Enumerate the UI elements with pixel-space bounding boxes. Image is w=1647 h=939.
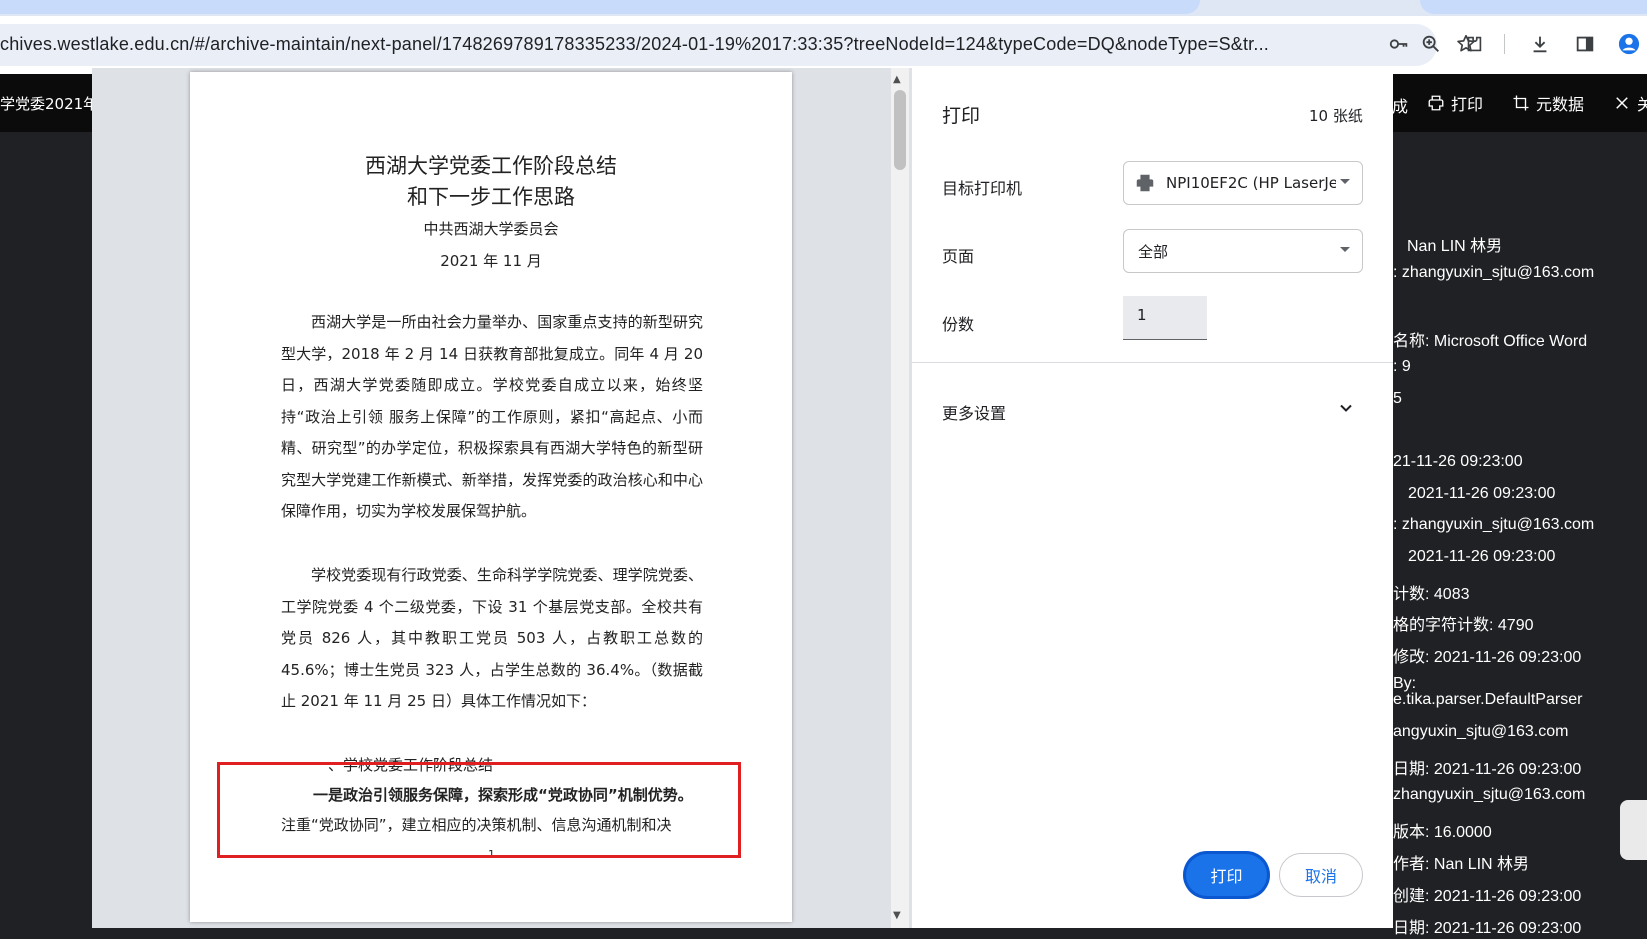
printer-icon xyxy=(1428,95,1444,111)
settings-divider xyxy=(912,362,1393,363)
chevron-down-icon xyxy=(1340,247,1350,252)
url-text[interactable]: chives.westlake.edu.cn/#/archive-maintai… xyxy=(0,34,1310,55)
metadata-row: 计数: 4083 xyxy=(1393,586,1470,603)
active-tab[interactable] xyxy=(0,0,1200,14)
close-icon xyxy=(1616,97,1628,109)
print-header-label: 打印 xyxy=(1451,95,1484,114)
pages-label: 页面 xyxy=(942,247,975,266)
zoom-icon[interactable] xyxy=(1418,31,1444,57)
metadata-row: 2021-11-26 09:23:00 xyxy=(1408,548,1556,565)
profile-icon[interactable] xyxy=(1616,31,1642,57)
printer-icon xyxy=(1136,174,1154,192)
pages-value: 全部 xyxy=(1138,242,1169,261)
metadata-row: : zhangyuxin_sjtu@163.com xyxy=(1393,264,1595,281)
scroll-down-icon[interactable]: ▼ xyxy=(893,910,901,921)
metadata-row: 5 xyxy=(1393,390,1402,407)
destination-select[interactable]: NPI10EF2C (HP LaserJet xyxy=(1123,161,1363,205)
document-date: 2021 年 11 月 xyxy=(440,252,542,270)
chevron-down-icon[interactable] xyxy=(1336,398,1356,418)
print-dialog-title: 打印 xyxy=(942,105,981,127)
more-settings-toggle[interactable]: 更多设置 xyxy=(942,400,1006,424)
metadata-row: angyuxin_sjtu@163.com xyxy=(1393,723,1569,740)
metadata-button[interactable]: 元数据 xyxy=(1512,91,1584,115)
metadata-row: 格的字符计数: 4790 xyxy=(1393,617,1534,634)
scrollbar-thumb[interactable] xyxy=(894,90,906,170)
print-button[interactable]: 打印 xyxy=(1183,851,1270,899)
download-icon[interactable] xyxy=(1527,31,1553,57)
crop-icon xyxy=(1513,95,1529,111)
metadata-row: 2021-11-26 09:23:00 xyxy=(1408,485,1556,502)
metadata-row: 版本: 16.0000 xyxy=(1393,824,1492,841)
metadata-row: Nan LIN 林男 xyxy=(1407,238,1503,255)
metadata-row: 名称: Microsoft Office Word xyxy=(1393,333,1588,350)
copies-label: 份数 xyxy=(942,315,975,334)
sidebar-icon[interactable] xyxy=(1572,31,1598,57)
document-paragraph: 西湖大学是一所由社会力量举办、国家重点支持的新型研究型大学，2018 年 2 月… xyxy=(281,313,703,520)
destination-label: 目标打印机 xyxy=(942,179,1023,198)
header-button-label[interactable]: 成 xyxy=(1392,93,1408,117)
annotation-highlight-box xyxy=(217,762,741,858)
document-heading-line2: 和下一步工作思路 xyxy=(407,185,575,209)
metadata-row: : zhangyuxin_sjtu@163.com xyxy=(1393,516,1595,533)
chevron-down-icon xyxy=(1340,179,1350,184)
print-header-button[interactable]: 打印 xyxy=(1427,91,1483,115)
document-heading-line1: 西湖大学党委工作阶段总结 xyxy=(365,154,617,178)
document-paragraph: 学校党委现有行政党委、生命科学学院党委、理学院党委、工学院党委 4 个二级党委，… xyxy=(281,566,703,710)
preview-scrollbar[interactable] xyxy=(891,68,909,928)
copies-input[interactable]: 1 xyxy=(1123,296,1207,340)
metadata-row: 21-11-26 09:23:00 xyxy=(1393,453,1523,470)
close-button[interactable]: 关 xyxy=(1613,91,1647,115)
destination-value: NPI10EF2C (HP LaserJet xyxy=(1166,174,1336,192)
metadata-row: e.tika.parser.DefaultParser xyxy=(1393,691,1583,708)
metadata-label: 元数据 xyxy=(1536,95,1585,114)
metadata-row: 创建: 2021-11-26 09:23:00 xyxy=(1393,888,1582,905)
metadata-row: 日期: 2021-11-26 09:23:00 xyxy=(1393,920,1582,937)
toolbar-separator xyxy=(1504,34,1505,54)
pages-select[interactable]: 全部 xyxy=(1123,229,1363,273)
extensions-icon[interactable] xyxy=(1461,31,1487,57)
metadata-row: 日期: 2021-11-26 09:23:00 xyxy=(1393,761,1582,778)
document-organization: 中共西湖大学委员会 xyxy=(423,220,559,238)
close-label: 关 xyxy=(1637,95,1647,114)
document-title: 学党委2021年 xyxy=(0,95,99,113)
metadata-row: 作者: Nan LIN 林男 xyxy=(1393,856,1530,873)
cancel-button[interactable]: 取消 xyxy=(1279,853,1363,897)
tab[interactable] xyxy=(1420,0,1647,14)
key-icon[interactable] xyxy=(1386,31,1412,57)
sheet-count: 10 张纸 xyxy=(1309,107,1363,125)
metadata-row: zhangyuxin_sjtu@163.com xyxy=(1393,786,1586,803)
floating-widget[interactable] xyxy=(1620,800,1647,860)
metadata-row: : 9 xyxy=(1393,358,1411,375)
scroll-up-icon[interactable]: ▲ xyxy=(893,74,901,85)
metadata-row: 修改: 2021-11-26 09:23:00 xyxy=(1393,649,1582,666)
